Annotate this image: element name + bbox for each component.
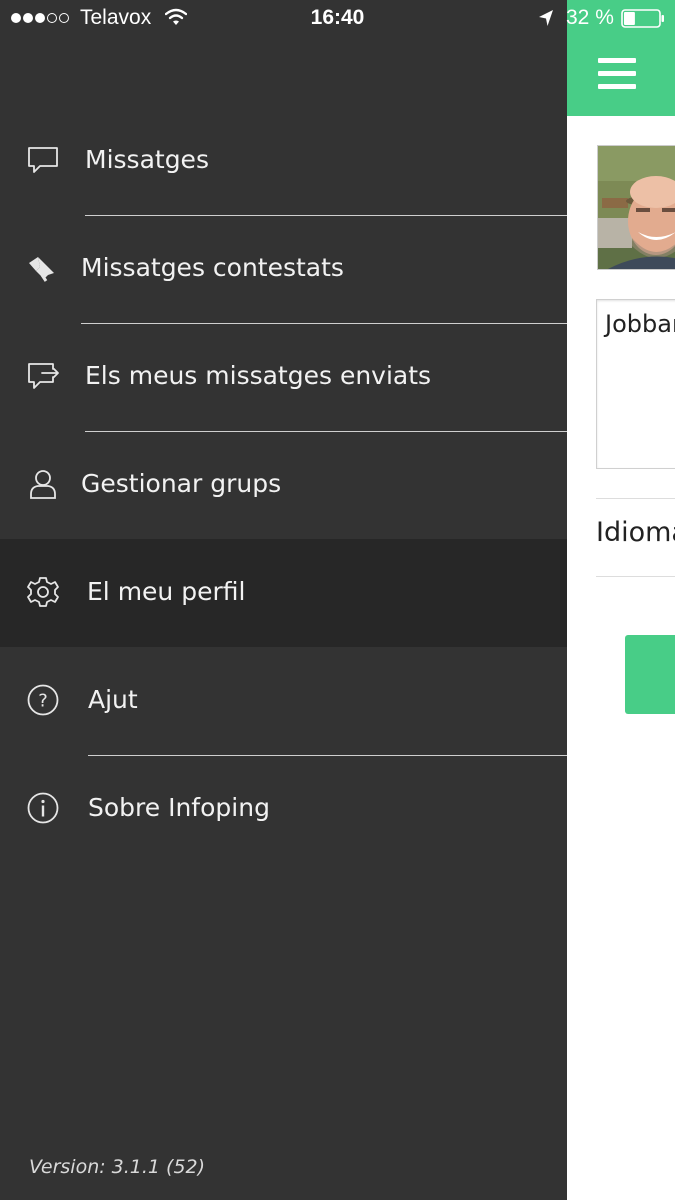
battery-percentage: 32 % [566, 6, 614, 29]
screen: Jobbar Idioma Missatges [0, 0, 675, 1200]
menu-item-label: Missatges [85, 145, 209, 174]
pin-icon [26, 251, 60, 285]
name-field[interactable]: Jobbar [596, 299, 675, 469]
menu-item-label: El meu perfil [87, 577, 246, 606]
status-bar: Telavox 16:40 32 % [0, 0, 675, 38]
sent-message-icon [26, 359, 60, 393]
menu-item-answered-messages[interactable]: Missatges contestats [0, 215, 567, 323]
menu-item-my-profile[interactable]: El meu perfil [0, 539, 567, 647]
menu-item-label: Els meus missatges enviats [85, 361, 432, 390]
location-arrow-icon [538, 9, 554, 27]
svg-text:?: ? [38, 691, 48, 712]
menu-item-manage-groups[interactable]: Gestionar grups [0, 431, 567, 539]
language-label: Idioma [596, 517, 675, 548]
menu-item-label: Ajut [88, 685, 138, 714]
divider [596, 498, 675, 499]
gear-icon [26, 575, 60, 609]
user-icon [26, 467, 60, 501]
profile-page: Jobbar Idioma [567, 0, 675, 1200]
info-icon [26, 791, 60, 825]
menu-item-label: Gestionar grups [81, 469, 282, 498]
name-field-value: Jobbar [605, 310, 675, 338]
menu-item-sent-messages[interactable]: Els meus missatges enviats [0, 323, 567, 431]
menu-item-label: Missatges contestats [81, 253, 344, 282]
help-icon: ? [26, 683, 60, 717]
hamburger-menu-icon[interactable] [598, 58, 636, 90]
menu-item-help[interactable]: ? Ajut [0, 647, 567, 755]
menu-item-label: Sobre Infoping [88, 793, 270, 822]
menu-item-about[interactable]: Sobre Infoping [0, 755, 567, 863]
save-button[interactable] [625, 635, 675, 714]
version-label: Version: 3.1.1 (52) [29, 1156, 206, 1178]
menu-item-messages[interactable]: Missatges [0, 107, 567, 215]
message-icon [26, 143, 60, 177]
navigation-drawer: Missatges Missatges contestats Els meus … [0, 0, 567, 1200]
divider [596, 576, 675, 577]
profile-avatar[interactable] [597, 145, 675, 270]
battery-icon [621, 9, 665, 28]
